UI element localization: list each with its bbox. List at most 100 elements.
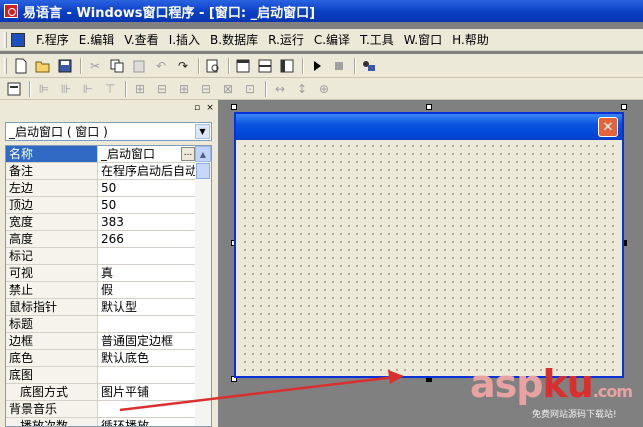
property-value[interactable]: 50	[98, 180, 196, 196]
property-row[interactable]: 禁止假	[6, 282, 196, 299]
property-row[interactable]: 名称 _启动窗口...	[6, 146, 196, 163]
property-row[interactable]: 可视真	[6, 265, 196, 282]
same-height-icon[interactable]: ↕	[292, 80, 312, 98]
panel-pin-icon[interactable]: ▫	[192, 104, 202, 114]
property-value[interactable]: 图片平铺	[98, 384, 196, 400]
toolbar-separator	[228, 57, 230, 74]
chevron-down-icon[interactable]: ▼	[195, 124, 210, 139]
align-left-icon[interactable]: ⊫	[34, 80, 54, 98]
copy-icon[interactable]	[107, 57, 127, 75]
same-width-icon[interactable]: ↔	[270, 80, 290, 98]
layout-left-icon[interactable]	[233, 57, 253, 75]
stop-icon[interactable]	[329, 57, 349, 75]
open-folder-icon[interactable]	[33, 57, 53, 75]
menu-insert[interactable]: I.插入	[164, 31, 205, 48]
resize-handle-top-right[interactable]	[621, 104, 627, 110]
run-icon[interactable]	[307, 57, 327, 75]
property-row[interactable]: 标题	[6, 316, 196, 333]
property-row[interactable]: 边框 普通固定边框	[6, 333, 196, 350]
toolbar-grip[interactable]	[4, 57, 7, 74]
resize-handle-top-left[interactable]	[231, 104, 237, 110]
form-client-area[interactable]	[241, 142, 617, 374]
menu-window[interactable]: W.窗口	[399, 31, 447, 48]
object-selector-value: _启动窗口 ( 窗口 )	[9, 125, 108, 139]
property-name: 高度	[6, 231, 98, 247]
toolbar-separator	[80, 57, 82, 74]
form-title-bar[interactable]: ✕	[236, 114, 622, 140]
property-value[interactable]: 50	[98, 197, 196, 213]
property-name: 底色	[6, 350, 98, 366]
form-icon[interactable]	[4, 80, 24, 98]
property-row[interactable]: 背景音乐	[6, 401, 196, 418]
property-value[interactable]: 默认型	[98, 299, 196, 315]
property-row[interactable]: 高度 266	[6, 231, 196, 248]
property-row[interactable]: 底图方式 图片平铺	[6, 384, 196, 401]
find-icon[interactable]	[203, 57, 223, 75]
property-panel: ▫ × _启动窗口 ( 窗口 ) ▼ 名称 _启动窗口... 备注 在程序启动后自动左…	[0, 100, 219, 427]
paste-icon[interactable]	[129, 57, 149, 75]
property-value[interactable]: 在程序启动后自动	[98, 163, 196, 179]
property-row[interactable]: 备注 在程序启动后自动	[6, 163, 196, 180]
redo-icon[interactable]: ↷	[173, 57, 193, 75]
property-row[interactable]: 宽度 383	[6, 214, 196, 231]
resize-handle-top[interactable]	[426, 104, 432, 110]
object-selector[interactable]: _启动窗口 ( 窗口 ) ▼	[5, 122, 212, 141]
layout-bottom-icon[interactable]	[277, 57, 297, 75]
new-file-icon[interactable]	[11, 57, 31, 75]
same-size-icon[interactable]: ⊕	[314, 80, 334, 98]
property-value[interactable]	[98, 316, 196, 332]
menu-help[interactable]: H.帮助	[447, 31, 494, 48]
menubar-grip[interactable]	[4, 31, 7, 48]
toolbar-separator	[125, 80, 127, 97]
space-compress-icon[interactable]: ⊟	[196, 80, 216, 98]
property-value[interactable]	[98, 367, 196, 383]
property-value[interactable]: 普通固定边框	[98, 333, 196, 349]
property-value[interactable]: 假	[98, 282, 196, 298]
tools-icon[interactable]	[359, 57, 379, 75]
scroll-thumb[interactable]	[196, 163, 210, 179]
property-value[interactable]	[98, 248, 196, 264]
menu-database[interactable]: B.数据库	[205, 31, 263, 48]
undo-icon[interactable]: ↶	[151, 57, 171, 75]
property-row[interactable]: 播放次数 循环播放	[6, 418, 196, 426]
property-value[interactable]: 266	[98, 231, 196, 247]
document-system-menu-icon[interactable]	[11, 32, 25, 47]
space-horizontal-icon[interactable]: ⊞	[130, 80, 150, 98]
property-value[interactable]: 默认底色	[98, 350, 196, 366]
property-row[interactable]: 鼠标指针 默认型	[6, 299, 196, 316]
property-row[interactable]: 底图	[6, 367, 196, 384]
property-value[interactable]: 383	[98, 214, 196, 230]
property-name: 顶边	[6, 197, 98, 213]
property-row[interactable]: 顶边 50	[6, 197, 196, 214]
menu-view[interactable]: V.查看	[119, 31, 163, 48]
ellipsis-button[interactable]: ...	[181, 147, 195, 161]
align-top-icon[interactable]: ⊤	[100, 80, 120, 98]
property-value[interactable]: 循环播放	[98, 418, 196, 426]
menu-compile[interactable]: C.编译	[309, 31, 355, 48]
center-vertical-icon[interactable]: ⊡	[240, 80, 260, 98]
layout-top-icon[interactable]	[255, 57, 275, 75]
space-equal-icon[interactable]: ⊟	[152, 80, 172, 98]
menu-edit[interactable]: E.编辑	[74, 31, 119, 48]
panel-close-icon[interactable]: ×	[205, 104, 215, 114]
property-row[interactable]: 左边 50	[6, 180, 196, 197]
save-icon[interactable]	[55, 57, 75, 75]
center-horizontal-icon[interactable]: ⊠	[218, 80, 238, 98]
align-center-icon[interactable]: ⊪	[56, 80, 76, 98]
property-row[interactable]: 标记	[6, 248, 196, 265]
close-icon[interactable]: ✕	[598, 117, 618, 137]
window-title: 易语言 - Windows窗口程序 - [窗口: _启动窗口]	[23, 5, 316, 21]
menu-tools[interactable]: T.工具	[355, 31, 399, 48]
cut-icon[interactable]: ✂	[85, 57, 105, 75]
property-grid-scrollbar[interactable]: ▲	[195, 146, 211, 426]
align-right-icon[interactable]: ⊩	[78, 80, 98, 98]
toolbar-separator	[265, 80, 267, 97]
property-value[interactable]: 真	[98, 265, 196, 281]
property-row[interactable]: 底色 默认底色	[6, 350, 196, 367]
space-vertical-icon[interactable]: ⊞	[174, 80, 194, 98]
menu-run[interactable]: R.运行	[263, 31, 309, 48]
startup-form-window[interactable]: ✕	[234, 112, 624, 378]
scroll-up-icon[interactable]: ▲	[195, 146, 211, 162]
menu-program[interactable]: F.程序	[31, 31, 74, 48]
property-value[interactable]	[98, 401, 196, 417]
